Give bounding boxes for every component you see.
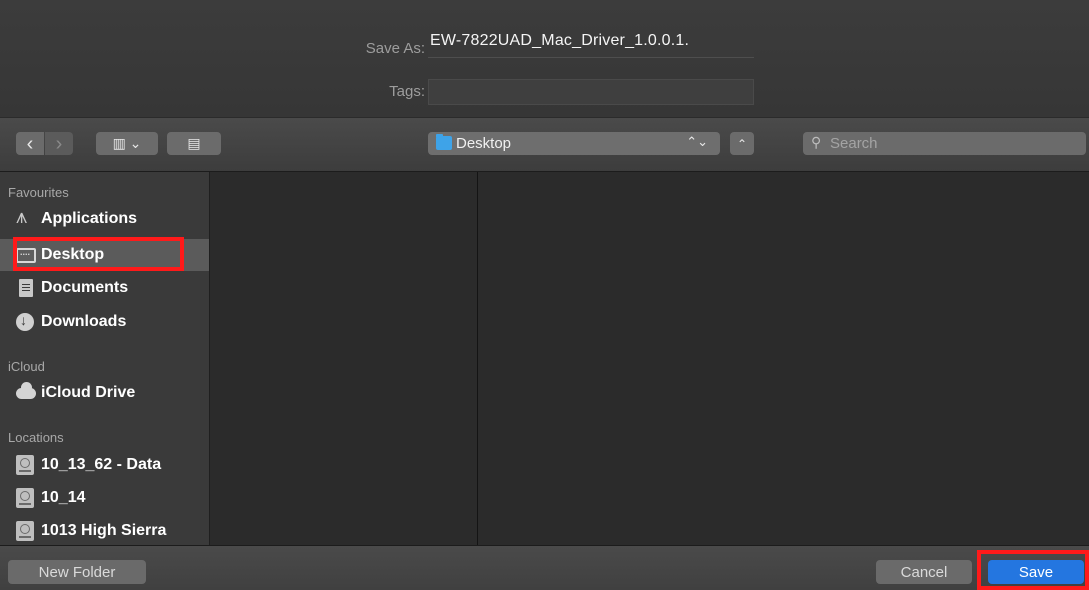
sidebar: Favourites Applications Desktop Document… bbox=[0, 172, 210, 545]
sidebar-item-label: iCloud Drive bbox=[41, 384, 136, 401]
sidebar-header-icloud: iCloud bbox=[8, 359, 45, 374]
browser-column[interactable] bbox=[478, 172, 1089, 545]
sidebar-item-applications[interactable]: Applications bbox=[0, 203, 209, 235]
sidebar-item-desktop[interactable]: Desktop bbox=[0, 239, 209, 271]
sidebar-item-10-14[interactable]: 10_14 bbox=[0, 482, 209, 514]
sidebar-item-label: 10_14 bbox=[41, 489, 86, 506]
forward-button[interactable]: › bbox=[45, 132, 73, 155]
sidebar-item-label: 10_13_62 - Data bbox=[41, 456, 162, 473]
search-icon: ⚲ bbox=[811, 134, 822, 150]
save-as-value[interactable]: EW-7822UAD_Mac_Driver_1.0.0.1. bbox=[430, 32, 689, 50]
sidebar-item-label: Downloads bbox=[41, 313, 127, 330]
disk-icon bbox=[16, 455, 34, 475]
sidebar-item-1013-high-sierra[interactable]: 1013 High Sierra bbox=[0, 515, 209, 545]
sidebar-item-10-13-62-data[interactable]: 10_13_62 - Data bbox=[0, 449, 209, 481]
downloads-icon bbox=[16, 312, 34, 331]
new-folder-icon: ▤ bbox=[187, 135, 201, 151]
sidebar-item-documents[interactable]: Documents bbox=[0, 272, 209, 304]
sidebar-item-label: 1013 High Sierra bbox=[41, 522, 167, 539]
new-folder-toolbar-button[interactable]: ▤ bbox=[167, 132, 221, 155]
updown-arrows-icon: ⌃⌄ bbox=[686, 134, 708, 149]
collapse-dialog-button[interactable]: ⌃ bbox=[730, 132, 754, 155]
disk-icon bbox=[16, 488, 34, 508]
cloud-icon bbox=[16, 382, 36, 399]
chevron-left-icon: ‹ bbox=[26, 132, 34, 155]
save-dialog: Save As: EW-7822UAD_Mac_Driver_1.0.0.1. … bbox=[0, 0, 1089, 590]
sidebar-item-icloud-drive[interactable]: iCloud Drive bbox=[0, 377, 209, 409]
column-browser bbox=[210, 172, 1089, 545]
tags-label: Tags: bbox=[389, 83, 425, 100]
browser-column[interactable] bbox=[210, 172, 478, 545]
view-mode-button[interactable]: ▥ ⌄ bbox=[96, 132, 158, 155]
save-fields-area: Save As: EW-7822UAD_Mac_Driver_1.0.0.1. … bbox=[0, 0, 1089, 117]
save-button[interactable]: Save bbox=[988, 560, 1084, 584]
sidebar-header-locations: Locations bbox=[8, 430, 64, 445]
disk-icon bbox=[16, 521, 34, 541]
search-placeholder: Search bbox=[830, 135, 878, 152]
toolbar: ‹ › ▥ ⌄ ▤ Desktop ⌃⌄ ⌃ ⚲ Search bbox=[0, 117, 1089, 172]
desktop-icon bbox=[16, 247, 36, 263]
chevron-up-icon: ⌃ bbox=[736, 136, 748, 151]
save-as-label: Save As: bbox=[365, 40, 425, 57]
search-input[interactable]: ⚲ Search bbox=[803, 132, 1086, 155]
location-popup[interactable]: Desktop ⌃⌄ bbox=[428, 132, 720, 155]
location-label: Desktop bbox=[456, 135, 512, 152]
tags-field[interactable] bbox=[428, 79, 754, 105]
cancel-button[interactable]: Cancel bbox=[876, 560, 972, 584]
new-folder-button[interactable]: New Folder bbox=[8, 560, 146, 584]
folder-icon bbox=[436, 134, 452, 150]
back-button[interactable]: ‹ bbox=[16, 132, 44, 155]
footer-bar: New Folder Cancel Save bbox=[0, 545, 1089, 590]
columns-view-icon: ▥ ⌄ bbox=[112, 135, 142, 151]
sidebar-item-label: Documents bbox=[41, 279, 129, 296]
applications-icon bbox=[16, 206, 36, 229]
sidebar-item-label: Applications bbox=[41, 210, 138, 227]
chevron-right-icon: › bbox=[55, 132, 63, 155]
sidebar-item-label: Desktop bbox=[41, 246, 105, 263]
sidebar-header-favourites: Favourites bbox=[8, 185, 69, 200]
documents-icon bbox=[19, 279, 33, 297]
sidebar-item-downloads[interactable]: Downloads bbox=[0, 306, 209, 338]
